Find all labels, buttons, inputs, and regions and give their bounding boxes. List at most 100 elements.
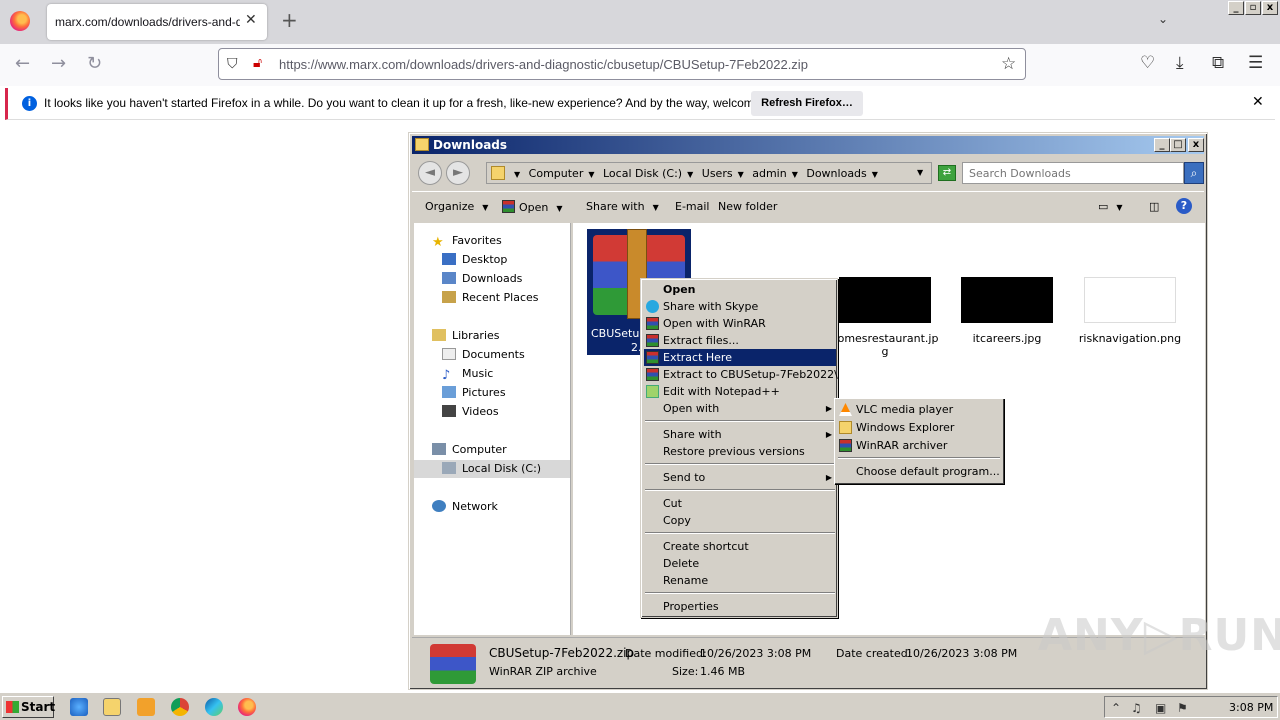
edge-icon[interactable] bbox=[205, 698, 223, 716]
restore-window-button[interactable]: ▫ bbox=[1245, 1, 1261, 15]
search-field[interactable] bbox=[962, 162, 1184, 184]
nav-libraries[interactable]: Libraries bbox=[432, 327, 500, 345]
start-button[interactable]: Start bbox=[2, 696, 55, 718]
menu-item-send-to[interactable]: Send to ▶ bbox=[644, 469, 836, 486]
menu-item-extract-here[interactable]: Extract Here bbox=[644, 349, 836, 366]
menu-item-share-skype[interactable]: Share with Skype bbox=[644, 298, 836, 315]
taskbar: Start ⌃ ♫ ▣ ⚑ 3:08 PM bbox=[0, 692, 1280, 720]
breadcrumb-admin[interactable]: admin bbox=[752, 167, 786, 180]
media-player-icon[interactable] bbox=[137, 698, 155, 716]
music-icon: ♪ bbox=[442, 368, 451, 383]
nav-network[interactable]: Network bbox=[432, 498, 498, 516]
url-text[interactable]: https://www.marx.com/downloads/drivers-a… bbox=[279, 57, 808, 72]
open-button[interactable]: Open ▼ bbox=[502, 200, 563, 214]
downloads-folder-icon bbox=[442, 272, 456, 284]
notification-close-icon[interactable]: ✕ bbox=[1252, 94, 1264, 110]
menu-item-copy[interactable]: Copy bbox=[644, 512, 836, 529]
forward-arrow-icon[interactable]: → bbox=[51, 55, 66, 73]
insecure-lock-icon[interactable]: 🔓︎ bbox=[253, 55, 262, 71]
nav-videos[interactable]: Videos bbox=[442, 403, 499, 421]
search-icon[interactable]: ⌕ bbox=[1184, 162, 1204, 184]
address-bar[interactable]: ▼ Computer ▼ Local Disk (C:) ▼ Users ▼ admi… bbox=[486, 162, 932, 184]
network-tray-icon[interactable]: ▣ bbox=[1155, 701, 1166, 715]
bookmark-star-icon[interactable]: ☆ bbox=[1001, 54, 1016, 74]
search-input[interactable] bbox=[969, 164, 1179, 182]
nav-downloads[interactable]: Downloads bbox=[442, 270, 522, 288]
submenu-item-windows-explorer[interactable]: Windows Explorer bbox=[837, 419, 1001, 436]
menu-item-open[interactable]: Open bbox=[644, 281, 836, 298]
breadcrumb-local-disk[interactable]: Local Disk (C:) bbox=[603, 167, 682, 180]
menu-item-restore-versions[interactable]: Restore previous versions bbox=[644, 443, 836, 460]
winrar-icon bbox=[839, 439, 852, 452]
breadcrumb-users[interactable]: Users bbox=[702, 167, 733, 180]
nav-computer[interactable]: Computer bbox=[432, 441, 507, 459]
tab-close-icon[interactable]: ✕ bbox=[245, 12, 257, 28]
file-item-itcareers[interactable]: itcareers.jpg bbox=[952, 277, 1062, 345]
explorer-forward-button[interactable]: ► bbox=[446, 161, 470, 185]
refresh-icon[interactable]: ⇄ bbox=[938, 165, 956, 181]
back-arrow-icon[interactable]: ← bbox=[15, 55, 30, 73]
close-window-button[interactable]: x bbox=[1262, 1, 1278, 15]
tracking-shield-icon[interactable]: ⛉ bbox=[227, 56, 238, 72]
organize-button[interactable]: Organize ▼ bbox=[425, 200, 488, 213]
change-view-icon[interactable]: ▭ ▼ bbox=[1098, 200, 1123, 213]
downloads-icon[interactable]: ⤓ bbox=[1176, 54, 1184, 72]
menu-item-delete[interactable]: Delete bbox=[644, 555, 836, 572]
menu-item-open-with[interactable]: Open with ▶ bbox=[644, 400, 836, 417]
tray-expand-icon[interactable]: ⌃ bbox=[1111, 701, 1121, 715]
explorer-title-bar[interactable]: Downloads _ □ x bbox=[412, 136, 1204, 154]
new-tab-icon[interactable]: + bbox=[281, 10, 298, 30]
new-folder-button[interactable]: New folder bbox=[718, 200, 777, 213]
menu-item-cut[interactable]: Cut bbox=[644, 495, 836, 512]
firefox-taskbar-icon[interactable] bbox=[238, 698, 256, 716]
extensions-icon[interactable]: ⧉ bbox=[1212, 54, 1224, 72]
reload-icon[interactable]: ↻ bbox=[87, 55, 102, 73]
chrome-icon[interactable] bbox=[171, 698, 189, 716]
explorer-back-button[interactable]: ◄ bbox=[418, 161, 442, 185]
breadcrumb-computer[interactable]: Computer bbox=[529, 167, 584, 180]
nav-local-disk[interactable]: Local Disk (C:) bbox=[414, 460, 570, 478]
menu-item-extract-files[interactable]: Extract files... bbox=[644, 332, 836, 349]
file-item-risknavigation[interactable]: risknavigation.png bbox=[1075, 277, 1185, 345]
menu-item-create-shortcut[interactable]: Create shortcut bbox=[644, 538, 836, 555]
tab-list-chevron-icon[interactable]: ⌄ bbox=[1158, 12, 1168, 26]
menu-item-share-with[interactable]: Share with ▶ bbox=[644, 426, 836, 443]
menu-item-properties[interactable]: Properties bbox=[644, 598, 836, 615]
pocket-icon[interactable]: ♡ bbox=[1140, 54, 1155, 72]
help-icon[interactable]: ? bbox=[1176, 198, 1192, 214]
menu-item-edit-notepadpp[interactable]: Edit with Notepad++ bbox=[644, 383, 836, 400]
menu-separator bbox=[645, 463, 835, 465]
volume-icon[interactable]: ♫ bbox=[1131, 701, 1142, 715]
action-center-flag-icon[interactable]: ⚑ bbox=[1177, 701, 1188, 715]
breadcrumb-downloads[interactable]: Downloads bbox=[806, 167, 866, 180]
nav-favorites[interactable]: ★ Favorites bbox=[432, 232, 502, 250]
preview-pane-icon[interactable]: ◫ bbox=[1149, 200, 1159, 213]
refresh-firefox-button[interactable]: Refresh Firefox… bbox=[751, 91, 863, 116]
minimize-window-button[interactable]: _ bbox=[1228, 1, 1244, 15]
email-button[interactable]: E-mail bbox=[675, 200, 710, 213]
menu-hamburger-icon[interactable]: ☰ bbox=[1248, 54, 1263, 72]
file-item-comesrestaurant[interactable]: comesrestaurant.jp g bbox=[830, 277, 940, 358]
share-with-button[interactable]: Share with ▼ bbox=[586, 200, 659, 213]
explorer-taskbar-icon[interactable] bbox=[103, 698, 121, 716]
url-bar[interactable]: ⛉ 🔓︎ https://www.marx.com/downloads/driv… bbox=[218, 48, 1026, 80]
submenu-item-vlc[interactable]: VLC media player bbox=[837, 401, 1001, 418]
address-dropdown-icon[interactable]: ▼ bbox=[917, 168, 923, 177]
nav-documents[interactable]: Documents bbox=[442, 346, 525, 364]
submenu-item-winrar[interactable]: WinRAR archiver bbox=[837, 437, 1001, 454]
browser-tab[interactable]: marx.com/downloads/drivers-and-diagnosti… bbox=[47, 4, 267, 40]
clock[interactable]: 3:08 PM bbox=[1229, 701, 1273, 714]
internet-explorer-icon[interactable] bbox=[70, 698, 88, 716]
menu-item-extract-to[interactable]: Extract to CBUSetup-7Feb2022\ bbox=[644, 366, 838, 383]
nav-recent-places[interactable]: Recent Places bbox=[442, 289, 539, 307]
menu-item-open-winrar[interactable]: Open with WinRAR bbox=[644, 315, 836, 332]
nav-music[interactable]: ♪ Music bbox=[442, 365, 493, 383]
explorer-maximize-button[interactable]: □ bbox=[1170, 138, 1186, 152]
nav-desktop[interactable]: Desktop bbox=[442, 251, 507, 269]
explorer-minimize-button[interactable]: _ bbox=[1154, 138, 1170, 152]
navigation-pane: ★ Favorites Desktop Downloads Recent Plac… bbox=[414, 223, 571, 635]
menu-item-rename[interactable]: Rename bbox=[644, 572, 836, 589]
nav-pictures[interactable]: Pictures bbox=[442, 384, 506, 402]
submenu-item-choose-default[interactable]: Choose default program... bbox=[837, 463, 1001, 480]
explorer-close-button[interactable]: x bbox=[1188, 138, 1204, 152]
